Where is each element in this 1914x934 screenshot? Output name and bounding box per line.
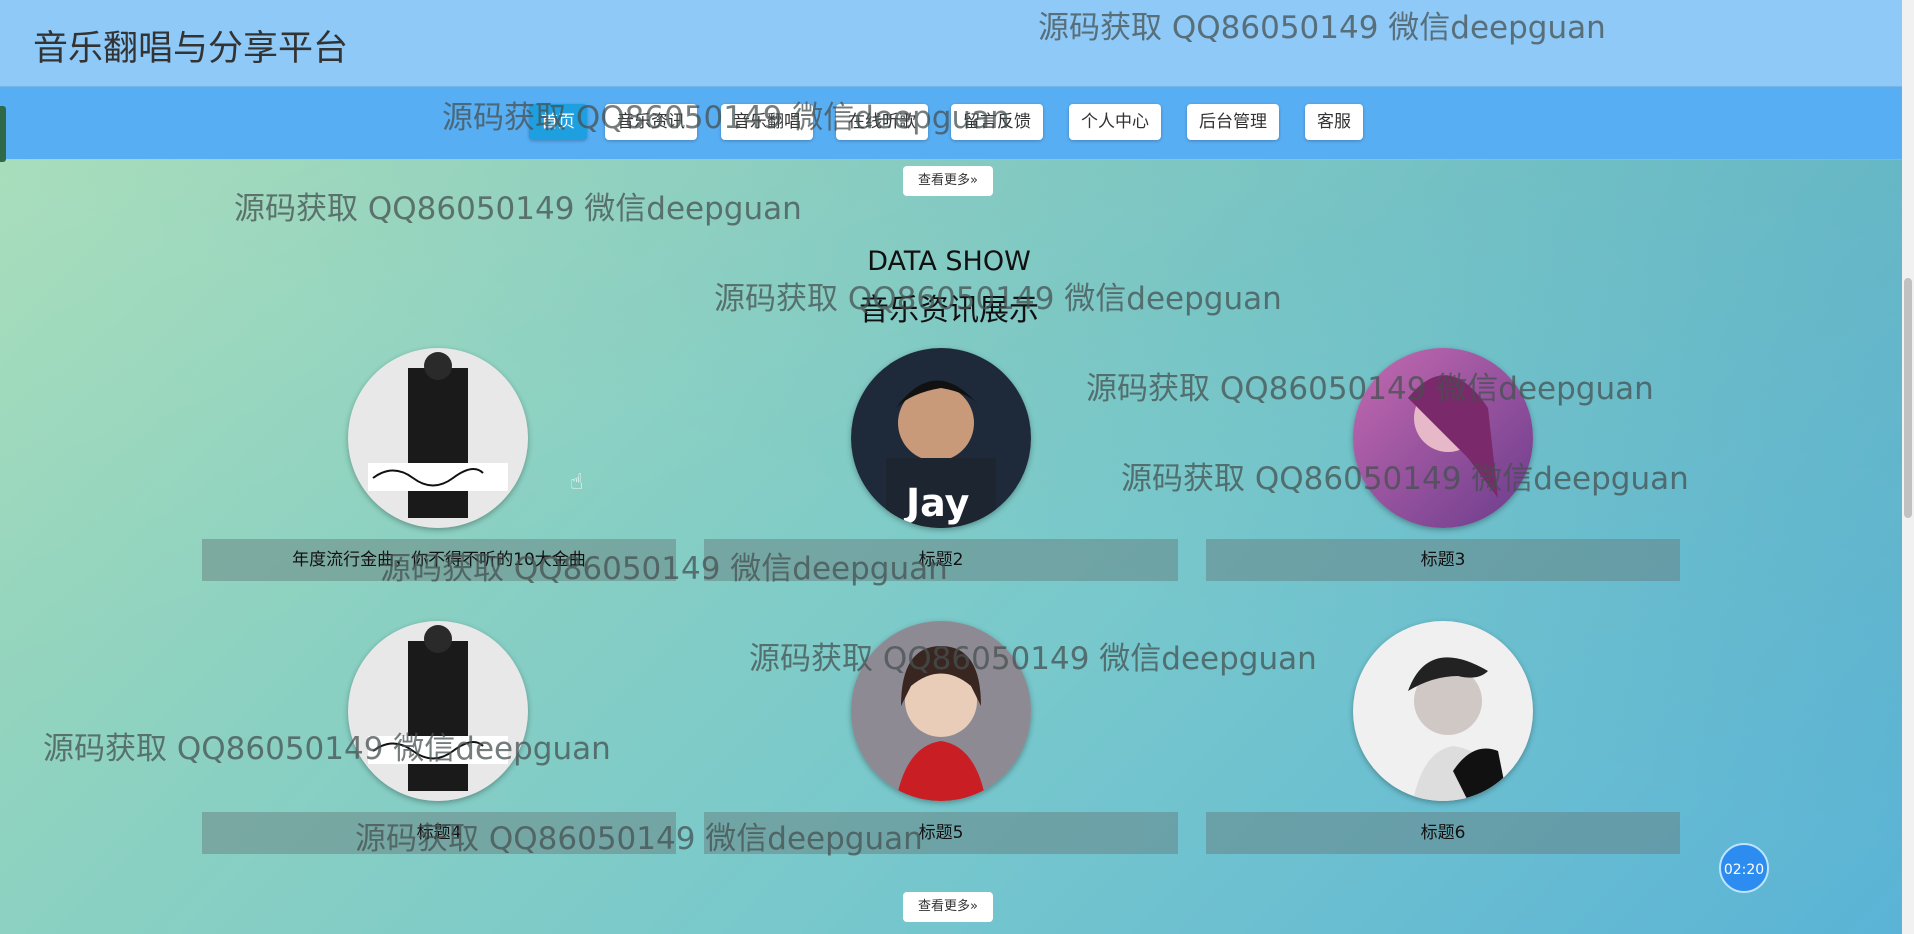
scrollbar-thumb[interactable] (1904, 278, 1912, 518)
hand-cursor-icon: ☝ (570, 470, 584, 495)
side-tab[interactable] (0, 106, 6, 162)
nav-user-center[interactable]: 个人中心 (1069, 104, 1161, 140)
section-title-en: DATA SHOW (867, 246, 1031, 277)
nav-online-listen[interactable]: 在线听歌 (836, 104, 928, 140)
section-title-cn: 音乐资讯展示 (859, 293, 1039, 328)
card-title-3[interactable]: 标题3 (1206, 539, 1680, 581)
card-title-4[interactable]: 标题4 (202, 812, 676, 854)
card-image-3[interactable] (1353, 348, 1533, 528)
site-header: 音乐翻唱与分享平台 (0, 0, 1902, 87)
card-image-1[interactable] (348, 348, 528, 528)
site-title: 音乐翻唱与分享平台 (33, 29, 349, 69)
svg-text:Jay: Jay (903, 481, 970, 525)
nav-music-news[interactable]: 音乐资讯 (605, 104, 697, 140)
nav-music-cover[interactable]: 音乐翻唱 (721, 104, 813, 140)
nav-home[interactable]: 首页 (529, 104, 587, 140)
card-image-5[interactable] (851, 621, 1031, 801)
card-title-6[interactable]: 标题6 (1206, 812, 1680, 854)
timer-badge[interactable]: 02:20 (1719, 843, 1769, 893)
card-title-2[interactable]: 标题2 (704, 539, 1178, 581)
card-image-2[interactable]: Jay (851, 348, 1031, 528)
card-image-4[interactable] (348, 621, 528, 801)
nav-admin[interactable]: 后台管理 (1187, 104, 1279, 140)
card-title-1[interactable]: 年度流行金曲，你不得不听的10大金曲 (202, 539, 676, 581)
card-image-6[interactable] (1353, 621, 1533, 801)
main-nav: 首页 音乐资讯 音乐翻唱 在线听歌 留言反馈 个人中心 后台管理 客服 (0, 87, 1902, 159)
nav-feedback[interactable]: 留言反馈 (951, 104, 1043, 140)
view-more-button-top[interactable]: 查看更多» (903, 166, 993, 196)
nav-customer-service[interactable]: 客服 (1305, 104, 1363, 140)
view-more-button-bottom[interactable]: 查看更多» (903, 892, 993, 922)
card-title-5[interactable]: 标题5 (704, 812, 1178, 854)
page-scrollbar[interactable] (1902, 0, 1914, 934)
